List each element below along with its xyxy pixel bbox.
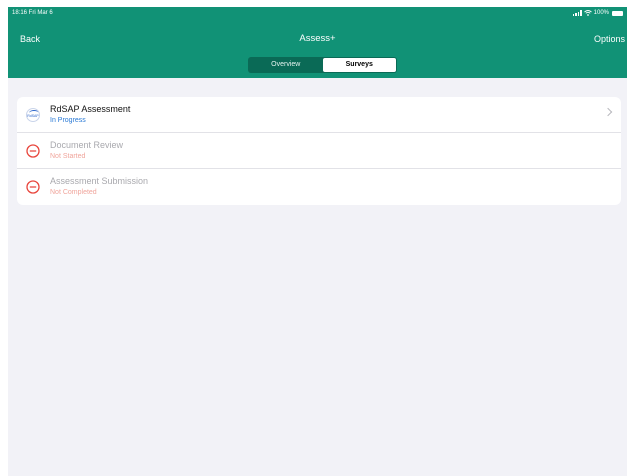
list-item-title: Document Review [50,140,124,150]
minus-circle-icon [26,180,40,194]
status-time: 18:16 Fri Mar 6 [12,10,53,16]
tab-surveys[interactable]: Surveys [322,58,396,72]
list-item-assessment-submission[interactable]: Assessment Submission Not Completed [17,169,621,205]
status-bar: 18:16 Fri Mar 6 100% [8,7,627,19]
status-indicators: 100% [572,7,623,19]
list-item-status: Not Started [50,153,86,160]
list-item-status: In Progress [50,117,86,124]
signal-icon [572,10,582,16]
battery-icon [612,10,623,16]
survey-list: RdSAP RdSAP Assessment In Progress Docum… [17,97,621,205]
wifi-icon [583,10,592,16]
list-item-title: RdSAP Assessment [50,104,131,114]
battery-percent: 100% [593,10,609,16]
options-button[interactable]: Options [594,31,625,47]
navigation-bar: Back Assess+ Options [8,31,627,47]
tab-overview[interactable]: Overview [249,58,323,72]
page-title: Assess+ [299,33,336,44]
minus-circle-icon [26,144,40,158]
ipad-screen: 18:16 Fri Mar 6 100% Back Assess+ Option… [8,7,627,476]
rdsap-logo-text: RdSAP [27,114,39,118]
segmented-control: Overview Surveys [248,57,397,73]
chevron-right-icon [603,107,613,117]
list-item-status: Not Completed [50,189,97,196]
header-bar: 18:16 Fri Mar 6 100% Back Assess+ Option… [8,7,627,78]
list-item-rdsap-assessment[interactable]: RdSAP RdSAP Assessment In Progress [17,97,621,133]
list-item-title: Assessment Submission [50,176,149,186]
list-item-document-review[interactable]: Document Review Not Started [17,133,621,169]
rdsap-logo-icon: RdSAP [26,108,40,122]
